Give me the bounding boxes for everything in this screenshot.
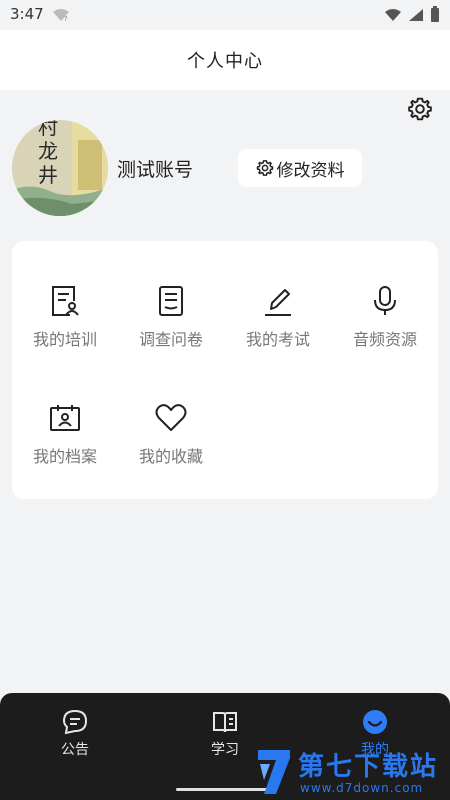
status-bar: 3:47 ? (0, 0, 450, 30)
menu-item-archive[interactable]: 我的档案 (12, 401, 118, 491)
svg-text:?: ? (64, 15, 68, 22)
gear-icon (408, 97, 432, 121)
menu-item-label: 我的培训 (32, 330, 97, 349)
header: 个人中心 (0, 30, 450, 90)
watermark-title: 第七下载站 (298, 752, 439, 782)
menu-card: 我的培训 调查问卷 我的考试 音频资源 我的档案 我的收藏 (12, 241, 438, 499)
menu-item-label: 我的考试 (245, 330, 310, 349)
wifi-question-icon: ? (52, 7, 70, 26)
menu-item-exam[interactable]: 我的考试 (225, 284, 331, 374)
svg-text:村: 村 (38, 120, 58, 139)
svg-text:龙: 龙 (38, 139, 58, 163)
menu-item-audio[interactable]: 音频资源 (332, 284, 438, 374)
archive-icon (48, 401, 82, 435)
menu-item-label: 我的收藏 (138, 447, 203, 466)
battery-icon (430, 6, 440, 26)
watermark-url: www.d7down.com (300, 781, 424, 795)
signal-icon (408, 7, 424, 26)
nav-item-study[interactable]: 学习 (185, 709, 265, 759)
edit-profile-label: 修改资料 (276, 160, 345, 181)
menu-item-survey[interactable]: 调查问卷 (118, 284, 224, 374)
nav-item-label: 公告 (61, 742, 89, 758)
exam-pen-icon (261, 284, 295, 318)
avatar[interactable]: 村 龙 井 (12, 120, 108, 216)
edit-profile-button[interactable]: 修改资料 (238, 149, 362, 187)
menu-item-label: 音频资源 (352, 330, 417, 349)
smile-icon (363, 710, 387, 734)
watermark-logo-icon (254, 748, 294, 796)
watermark: 第七下载站 www.d7down.com (254, 744, 450, 800)
settings-button[interactable] (407, 96, 433, 122)
survey-icon (154, 284, 188, 318)
chat-bubble-icon (62, 709, 88, 735)
status-icons (384, 6, 440, 26)
wifi-icon (384, 7, 402, 26)
page-title: 个人中心 (187, 51, 263, 72)
training-icon (48, 284, 82, 318)
nav-item-label: 学习 (211, 742, 239, 758)
book-icon (213, 712, 237, 733)
menu-item-training[interactable]: 我的培训 (12, 284, 118, 374)
microphone-icon (368, 284, 402, 318)
heart-icon (154, 401, 188, 435)
status-time: 3:47 (10, 5, 44, 23)
menu-item-favorites[interactable]: 我的收藏 (118, 401, 224, 491)
gear-icon (256, 160, 273, 176)
username: 测试账号 (117, 159, 194, 181)
menu-item-label: 调查问卷 (138, 330, 203, 349)
nav-item-announcements[interactable]: 公告 (35, 709, 115, 759)
svg-text:井: 井 (38, 163, 58, 187)
menu-item-label: 我的档案 (32, 447, 97, 466)
